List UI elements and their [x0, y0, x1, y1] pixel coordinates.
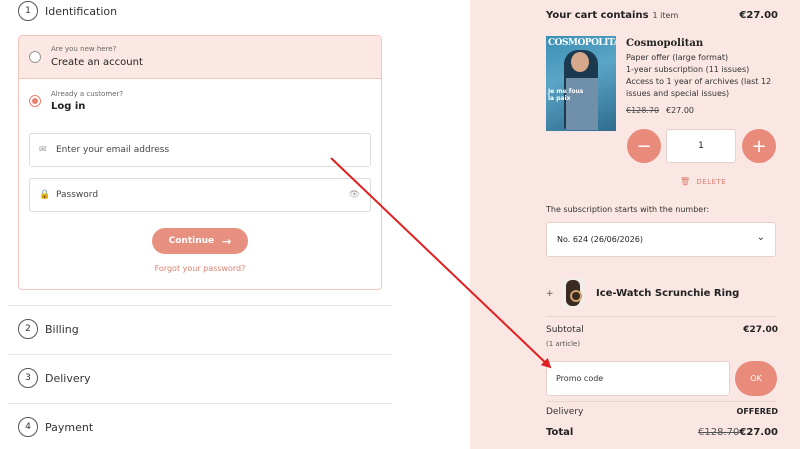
- promo-ok-button[interactable]: OK: [735, 361, 777, 396]
- total-new-price: €27.00: [739, 427, 778, 438]
- divider: [8, 403, 392, 404]
- new-here-text: Are you new here?: [51, 45, 117, 53]
- product-new-price: €27.00: [666, 106, 694, 115]
- step-label: Identification: [45, 4, 118, 18]
- increase-quantity-button[interactable]: +: [742, 129, 776, 163]
- step-number: 1: [18, 1, 38, 21]
- already-customer-text: Already a customer?: [51, 90, 124, 98]
- cart-item-count: 1 item: [652, 11, 679, 20]
- cart-title-text: Your cart contains: [546, 10, 649, 21]
- create-account-radio[interactable]: [29, 51, 41, 63]
- delivery-label: Delivery: [546, 407, 584, 417]
- decrease-quantity-button[interactable]: −: [627, 129, 661, 163]
- mail-icon: ✉: [39, 145, 47, 155]
- quantity-input[interactable]: 1: [666, 129, 736, 163]
- step-identification[interactable]: 1 Identification: [8, 1, 392, 21]
- login-radio[interactable]: [29, 95, 41, 107]
- chevron-down-icon: ⌄: [756, 232, 765, 243]
- step-number: 2: [18, 319, 38, 339]
- email-field[interactable]: ✉ Enter your email address: [29, 133, 371, 167]
- subscription-start-label: The subscription starts with the number:: [546, 205, 710, 214]
- cover-brand: COSMOPOLITAN: [548, 38, 616, 48]
- delete-button[interactable]: 🗑 DELETE: [680, 177, 726, 186]
- subtotal-label: Subtotal: [546, 325, 584, 335]
- delivery-value: OFFERED: [736, 407, 778, 416]
- forgot-password-link[interactable]: Forgot your password?: [19, 264, 381, 273]
- continue-button[interactable]: Continue →: [152, 228, 248, 254]
- cart-title: Your cart contains 1 item: [546, 10, 678, 21]
- divider: [546, 316, 776, 317]
- step-label: Payment: [45, 420, 94, 434]
- total-label: Total: [546, 427, 574, 438]
- divider: [8, 354, 392, 355]
- password-placeholder: Password: [56, 190, 99, 200]
- product-name: Cosmopolitan: [626, 38, 704, 49]
- show-password-icon[interactable]: 👁: [349, 190, 360, 200]
- arrow-right-icon: →: [222, 234, 232, 248]
- cover-headline: Je me fous la paix: [548, 88, 584, 102]
- subscription-start-select[interactable]: No. 624 (26/06/2026) ⌄: [546, 222, 776, 257]
- password-field[interactable]: 🔒 Password 👁: [29, 178, 371, 212]
- step-billing[interactable]: 2 Billing: [8, 319, 392, 339]
- product-description: Paper offer (large format) 1-year subscr…: [626, 53, 772, 98]
- create-account-option[interactable]: Are you new here? Create an account: [19, 36, 381, 79]
- article-count: (1 article): [546, 340, 581, 348]
- divider: [8, 305, 392, 306]
- minus-icon: −: [636, 135, 652, 157]
- step-number: 4: [18, 417, 38, 437]
- step-delivery[interactable]: 3 Delivery: [8, 368, 392, 388]
- login-label: Log in: [51, 101, 86, 112]
- create-account-label: Create an account: [51, 57, 143, 68]
- delete-label: DELETE: [696, 178, 727, 186]
- step-label: Billing: [45, 322, 79, 336]
- identification-box: Are you new here? Create an account Alre…: [18, 35, 382, 290]
- promo-code-input[interactable]: Promo code: [546, 361, 730, 396]
- step-number: 3: [18, 368, 38, 388]
- total-old-price: €128.70: [698, 427, 740, 438]
- gift-name: Ice-Watch Scrunchie Ring: [596, 288, 740, 299]
- step-label: Delivery: [45, 371, 91, 385]
- step-payment[interactable]: 4 Payment: [8, 417, 392, 437]
- divider: [546, 401, 776, 402]
- subtotal-value: €27.00: [743, 325, 778, 335]
- trash-icon: 🗑: [680, 177, 691, 186]
- cart-summary-panel: Your cart contains 1 item €27.00 COSMOPOL…: [470, 0, 800, 449]
- magazine-cover-image: COSMOPOLITAN Je me fous la paix: [546, 36, 616, 131]
- product-old-price: €128.70: [626, 106, 660, 115]
- continue-label: Continue: [168, 236, 215, 246]
- email-placeholder: Enter your email address: [56, 145, 170, 155]
- ring-thumbnail: [562, 278, 586, 308]
- subscription-start-value: No. 624 (26/06/2026): [557, 235, 643, 244]
- checkout-steps-panel: 1 Identification Are you new here? Creat…: [0, 0, 470, 449]
- plus-icon: +: [751, 135, 767, 157]
- lock-icon: 🔒: [39, 190, 51, 200]
- cart-total-top: €27.00: [739, 10, 778, 21]
- gift-plus-icon: +: [546, 289, 554, 299]
